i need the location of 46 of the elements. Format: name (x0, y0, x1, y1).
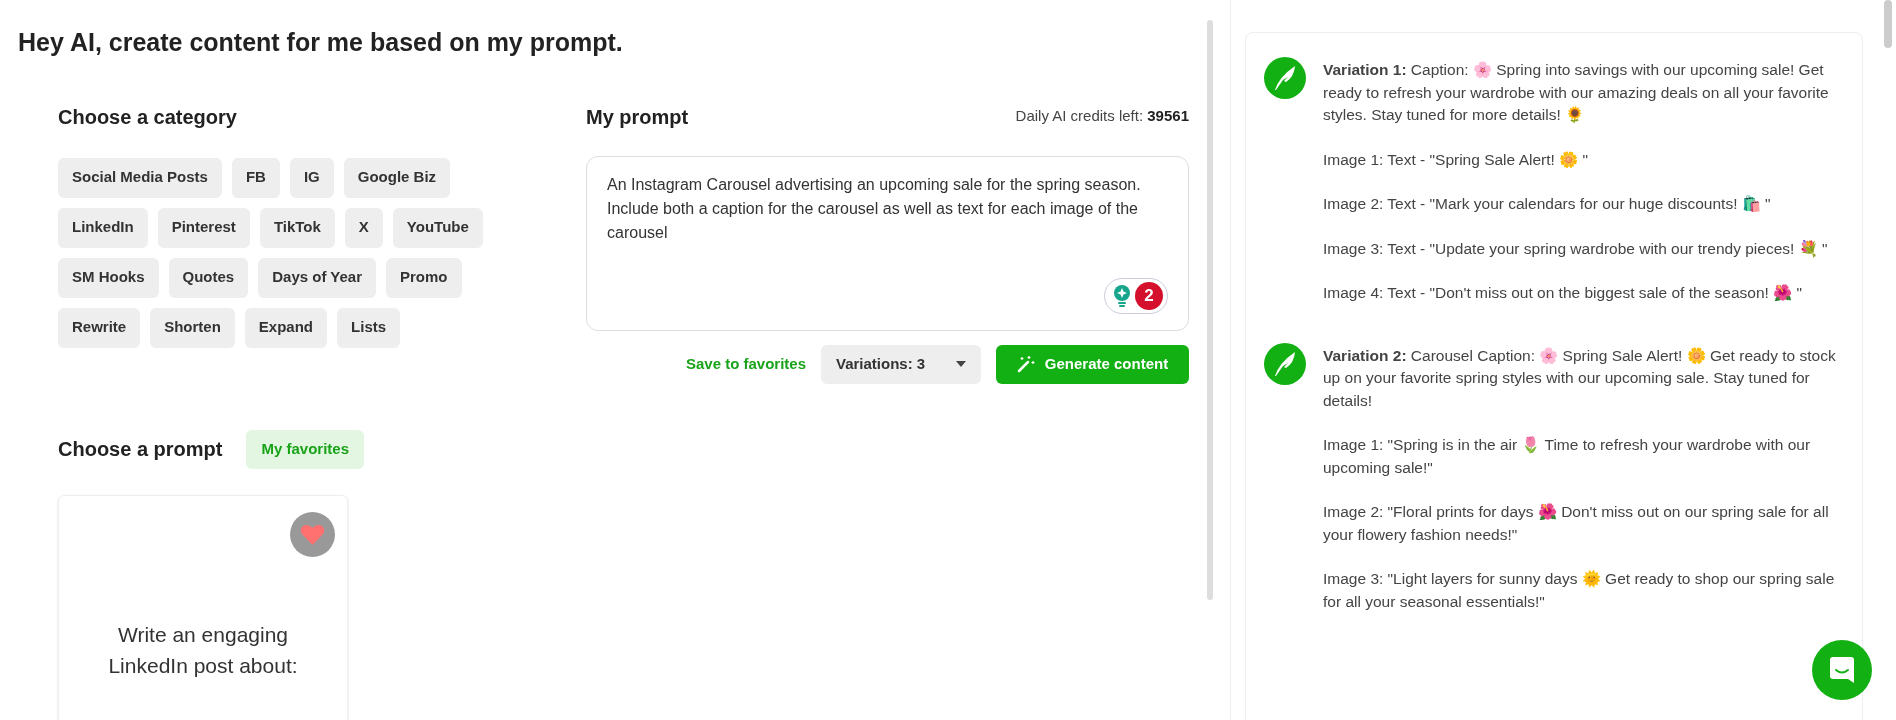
result-paragraph: Image 4: Text - "Don't miss out on the biggest sale of the season! 🌺 " (1323, 283, 1803, 303)
chat-button[interactable] (1812, 640, 1872, 700)
category-chip[interactable]: Quotes (168, 257, 249, 298)
result-paragraph: Image 3: Text - "Update your spring wardrobe with our trendy pieces! 💐 " (1323, 238, 1829, 260)
category-chip[interactable]: Days of Year (258, 257, 376, 298)
prompt-text: Write an engaging LinkedIn post about: (107, 621, 299, 679)
section-title: My prompt (586, 104, 689, 130)
feather-avatar-icon (1264, 342, 1306, 385)
category-chip[interactable]: Lists (337, 307, 401, 348)
caret-icon (956, 361, 966, 367)
category-chip[interactable]: TikTok (259, 207, 335, 248)
section-title: Choose a category (58, 104, 238, 130)
lightbulb-icon (1113, 283, 1131, 308)
category-chip[interactable]: Promo (386, 257, 462, 298)
feather-avatar-icon (1264, 57, 1306, 99)
chat-icon (1829, 656, 1855, 684)
result-paragraph: Variation 2: Carousel Caption: 🌸 Spring Sale Alert! 🌼 Get ready to stock up on your favorite spring styles with our upcoming sale. Stay tuned for details! (1323, 345, 1837, 411)
result-paragraph: Variation 1: Caption: 🌸 Spring into savings with our upcoming sale! Get ready to refresh your wardrobe with our amazing deals on all your favorite styles. Stay tuned for more details! 🌻 (1323, 60, 1830, 125)
category-chip[interactable]: SM Hooks (58, 257, 159, 298)
category-chip[interactable]: Shorten (150, 307, 235, 348)
prompt-card[interactable]: Write an engaging LinkedIn post about: (58, 494, 348, 720)
magic-wand-icon (1016, 355, 1035, 373)
variations-select[interactable]: Variations: 3 (821, 344, 981, 384)
category-chip[interactable]: FB (231, 157, 280, 198)
result-paragraph: Image 3: "Light layers for sunny days 🌞 Get ready to shop our spring sale for all your seasonal essentials!" (1323, 569, 1836, 612)
suggestion-count: 2 (1135, 281, 1163, 310)
result-paragraph: Image 2: Text - "Mark your calendars for our huge discounts! 🛍 " (1323, 194, 1772, 214)
scrollbar[interactable] (1207, 20, 1213, 600)
category-chip[interactable]: Rewrite (58, 307, 141, 348)
category-chip[interactable]: YouTube (392, 207, 483, 248)
suggestions-badge[interactable]: 2 (1104, 277, 1168, 314)
result-paragraph: Image 1: Text - "Spring Sale Alert! 🌼 " (1323, 149, 1589, 170)
prompt-field[interactable]: An Instagram Carousel advertising an upcoming sale for the spring season. Include both a caption for the carousel as well as text for each image of the carousel 2 (586, 155, 1189, 331)
category-chip[interactable]: X (344, 207, 383, 248)
credits-text: Daily AI credits left: 39561 (1015, 106, 1189, 127)
category-chip[interactable]: Google Biz (343, 157, 451, 198)
category-chip[interactable]: Social Media Posts (58, 157, 222, 198)
page-title: Hey AI, create content for me based on my prompt. (17, 27, 624, 58)
category-chip[interactable]: Pinterest (157, 207, 250, 248)
category-chip[interactable]: IG (289, 157, 334, 198)
category-chip[interactable]: Expand (244, 307, 328, 348)
category-chip[interactable]: LinkedIn (58, 207, 148, 248)
section-title: Choose a prompt (58, 437, 223, 462)
scrollbar[interactable] (1884, 0, 1892, 48)
result-paragraph: Image 1: "Spring is in the air 🌷 Time to refresh your wardrobe with our upcoming sale!" (1323, 435, 1812, 478)
result-paragraph: Image 2: "Floral prints for days 🌺 Don't miss out on our spring sale for all your flowery fashion needs!" (1323, 502, 1830, 545)
